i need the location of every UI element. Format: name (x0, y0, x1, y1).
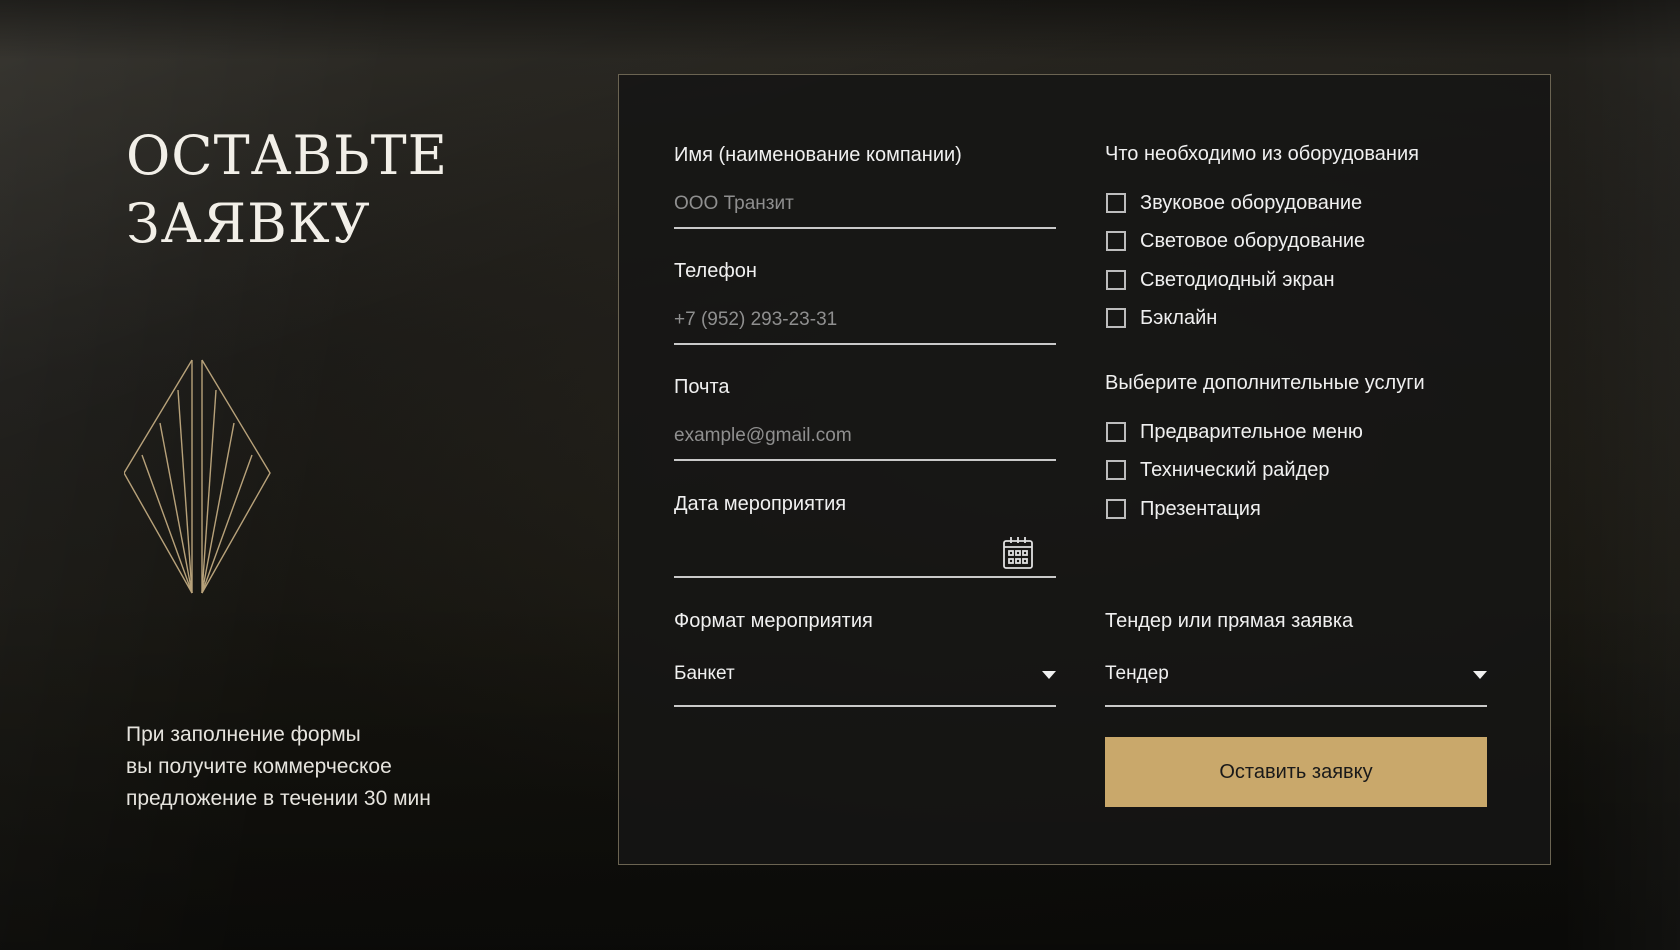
name-field-row (674, 183, 1056, 229)
background-top-shadow (0, 0, 1680, 60)
tender-type-select[interactable]: Тендер или прямая заявка Тендер (1105, 609, 1487, 707)
event-format-label: Формат мероприятия (674, 610, 873, 632)
form-hint-line-3: предложение в течении 30 мин (126, 787, 431, 810)
tender-type-underline (1105, 705, 1487, 707)
event-date-field: Дата мероприятия (674, 492, 1056, 578)
equipment-group-title: Что необходимо из оборудования (1105, 143, 1419, 165)
event-format-underline (674, 705, 1056, 707)
background-right-wall (1560, 0, 1680, 950)
checkbox-icon[interactable] (1106, 193, 1126, 213)
page-title-line-1: ОСТАВЬТЕ (126, 124, 449, 187)
tender-type-label: Тендер или прямая заявка (1105, 610, 1354, 632)
equipment-option-led-screen[interactable]: Светодиодный экран (1105, 267, 1335, 293)
event-format-value: Банкет (674, 663, 735, 684)
checkbox-icon[interactable] (1106, 308, 1126, 328)
service-option-label: Презентация (1140, 497, 1261, 520)
page-title-line-2: ЗАЯВКУ (126, 192, 371, 255)
art-deco-fan-emblem-icon (124, 359, 271, 594)
chevron-down-icon (1473, 671, 1487, 679)
submit-request-button[interactable]: Оставить заявку (1105, 737, 1487, 807)
name-field-label: Имя (наименование компании) (674, 144, 962, 166)
service-option-rider[interactable]: Технический райдер (1105, 457, 1330, 483)
equipment-option-sound[interactable]: Звуковое оборудование (1105, 190, 1362, 216)
email-field: Почта (674, 375, 1056, 461)
chevron-down-icon (1042, 671, 1056, 679)
phone-field-label: Телефон (674, 260, 757, 282)
checkbox-icon[interactable] (1106, 422, 1126, 442)
email-input[interactable] (674, 415, 1056, 457)
page-title: ОСТАВЬТЕ ЗАЯВКУ (126, 122, 448, 258)
event-date-row (674, 532, 1056, 578)
equipment-option-label: Бэклайн (1140, 306, 1218, 329)
form-hint-line-2: вы получите коммерческое (126, 755, 392, 778)
email-field-label: Почта (674, 376, 730, 398)
checkbox-icon[interactable] (1106, 270, 1126, 290)
service-option-label: Технический райдер (1140, 458, 1330, 481)
equipment-option-label: Светодиодный экран (1140, 268, 1335, 291)
equipment-option-label: Световое оборудование (1140, 229, 1366, 252)
email-field-row (674, 415, 1056, 461)
form-hint-line-1: При заполнение формы (126, 723, 361, 746)
service-option-label: Предварительное меню (1140, 420, 1363, 443)
event-date-input[interactable] (674, 532, 1056, 574)
service-option-presentation[interactable]: Презентация (1105, 496, 1261, 522)
form-hint-text: При заполнение формы вы получите коммерч… (126, 719, 486, 815)
phone-input[interactable] (674, 299, 1056, 341)
phone-field-row (674, 299, 1056, 345)
equipment-option-backline[interactable]: Бэклайн (1105, 305, 1217, 331)
checkbox-icon[interactable] (1106, 499, 1126, 519)
service-option-menu[interactable]: Предварительное меню (1105, 419, 1363, 445)
tender-type-value: Тендер (1105, 663, 1169, 684)
calendar-icon[interactable] (1002, 536, 1034, 570)
phone-field: Телефон (674, 259, 1056, 345)
name-input[interactable] (674, 183, 1056, 225)
equipment-option-light[interactable]: Световое оборудование (1105, 228, 1365, 254)
checkbox-icon[interactable] (1106, 460, 1126, 480)
name-field: Имя (наименование компании) (674, 143, 1056, 229)
services-group-title: Выберите дополнительные услуги (1105, 372, 1425, 394)
event-date-label: Дата мероприятия (674, 493, 847, 515)
checkbox-icon[interactable] (1106, 231, 1126, 251)
event-format-select[interactable]: Формат мероприятия Банкет (674, 609, 1056, 707)
equipment-option-label: Звуковое оборудование (1140, 191, 1363, 214)
